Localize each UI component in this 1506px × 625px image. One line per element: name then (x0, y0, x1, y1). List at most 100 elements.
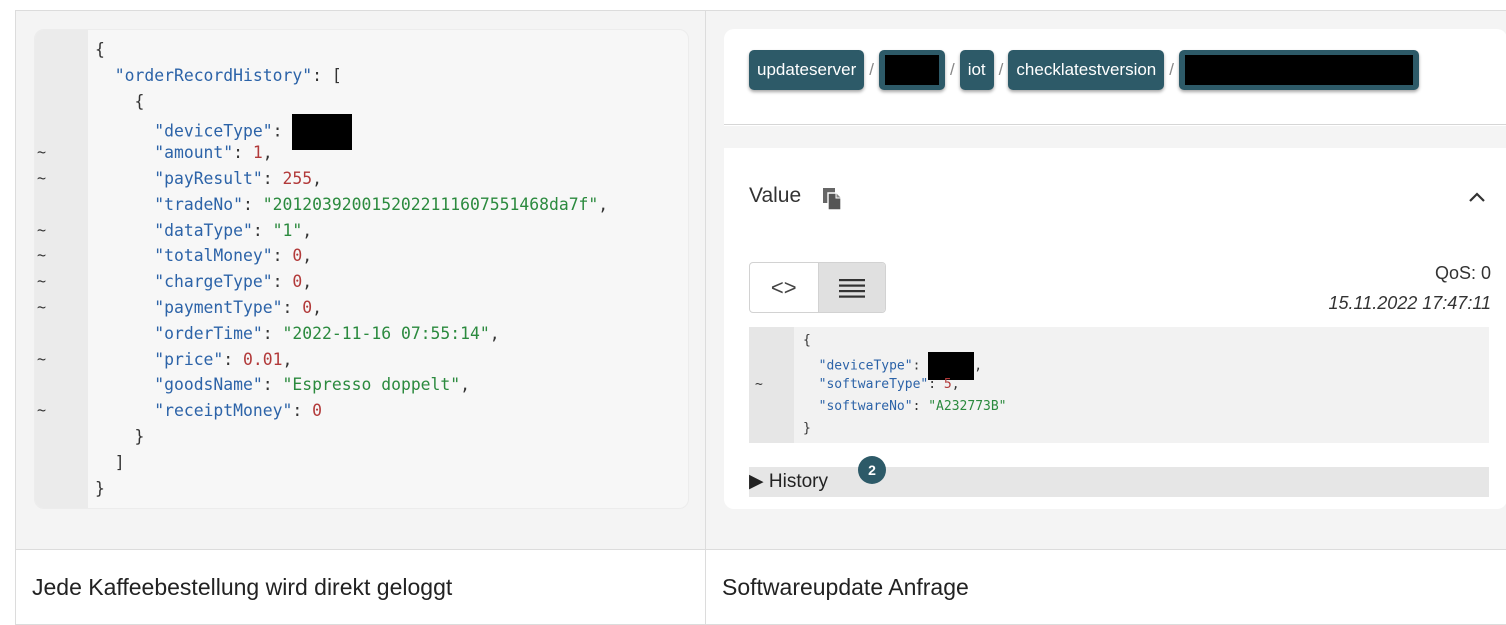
code-line: "orderTime": "2022-11-16 07:55:14", (95, 321, 608, 347)
code-punct: , (460, 375, 471, 395)
json-key: "softwareType" (818, 377, 929, 392)
code-punct: , (262, 143, 273, 163)
json-number: 255 (282, 168, 313, 188)
json-key: "orderRecordHistory" (114, 65, 313, 85)
code-line: { (95, 89, 608, 115)
code-punct: : (272, 121, 293, 141)
qos-label: QoS: 0 (1434, 263, 1491, 283)
code-punct: : (912, 358, 929, 374)
divider-band (724, 126, 1506, 148)
topic-chip[interactable]: updateserver (749, 50, 865, 90)
code-punct: : (252, 220, 273, 240)
caption-update-request: Softwareupdate Anfrage (722, 574, 969, 600)
code-punct: : (262, 168, 283, 188)
fold-marker: ~ (37, 401, 47, 420)
code-line: ~ "chargeType": 0, (37, 269, 608, 295)
view-toggle: <> (749, 262, 886, 313)
code-line: "goodsName": "Espresso doppelt", (95, 372, 608, 398)
code-punct: : (282, 297, 303, 317)
topic-chip[interactable] (878, 50, 945, 90)
topic-separator: / (1169, 60, 1174, 79)
code-punct: ] (95, 452, 125, 472)
fold-marker: ~ (37, 168, 47, 187)
code-line: ~ "receiptMoney": 0 (37, 398, 608, 424)
copy-icon[interactable] (821, 187, 843, 211)
topic-separator: / (998, 60, 1004, 79)
code-view-icon[interactable]: <> (750, 263, 818, 312)
code-line: "deviceType": (95, 114, 608, 151)
chevron-up-icon[interactable] (1465, 186, 1489, 210)
code-line: ~ "dataType": "1", (37, 218, 608, 244)
mqtt-topic-panel: updateserver / / iot / checklatestversion / Va… (724, 29, 1506, 509)
json-key: "paymentType" (154, 297, 283, 317)
code-punct: } (95, 478, 105, 498)
code-punct: : (912, 399, 929, 414)
code-line: } (95, 476, 608, 502)
value-label: Value (749, 184, 802, 207)
code-punct: : (272, 272, 293, 292)
cell-update-request-screenshot: updateserver / / iot / checklatestversion / Va… (706, 11, 1506, 550)
json-key: "amount" (154, 143, 234, 163)
fold-marker: ~ (37, 272, 47, 291)
json-string: "2022-11-16 07:55:14" (282, 323, 490, 343)
redacted-topic (884, 55, 939, 85)
code-punct: : [ (312, 65, 342, 85)
code-punct: } (95, 426, 145, 446)
code-punct: , (302, 220, 313, 240)
code-punct: : (223, 349, 244, 369)
message-timestamp: 15.11.2022 17:47:11 (1328, 293, 1491, 313)
fold-marker: ~ (37, 143, 47, 162)
topic-breadcrumb-bar: updateserver / / iot / checklatestversion / (724, 29, 1506, 125)
code-punct: } (803, 421, 811, 436)
code-punct: : (243, 194, 263, 214)
fold-marker: ~ (37, 246, 47, 265)
json-key: "deviceType" (818, 358, 913, 374)
code-punct: : (272, 246, 293, 266)
code-punct: , (951, 377, 960, 392)
json-key: "dataType" (154, 220, 253, 240)
code-punct: , (598, 194, 609, 214)
json-string: "A232773B" (928, 399, 1007, 414)
topic-separator: / (949, 60, 955, 79)
redacted-topic (1184, 55, 1413, 85)
code-punct: , (312, 297, 323, 317)
json-string: "2012039200152022111607551468da7f" (262, 194, 599, 214)
code-punct: { (95, 91, 145, 111)
code-line: } (803, 418, 1007, 440)
json-key: "totalMoney" (154, 246, 273, 266)
code-punct: : (292, 401, 313, 421)
json-number: 0.01 (243, 349, 283, 369)
code-punct: : (233, 143, 253, 163)
code-punct: , (974, 358, 983, 374)
code-line: "tradeNo": "2012039200152022111607551468… (95, 192, 608, 218)
json-string: "Espresso doppelt" (282, 375, 461, 395)
payload-json: { "deviceType": , ~ "softwareType": 5, "s… (755, 330, 1007, 440)
topic-chip[interactable]: iot (959, 50, 994, 90)
history-count-badge: 2 (858, 456, 886, 484)
json-key: "tradeNo" (154, 194, 244, 214)
code-punct: { (803, 333, 811, 348)
json-number: 0 (302, 297, 313, 317)
code-line: "softwareNo": "A232773B" (803, 396, 1007, 418)
topic-chip[interactable]: checklatestversion (1008, 50, 1165, 90)
json-code: { "orderRecordHistory": [ { "deviceType"… (37, 37, 608, 502)
json-number: 0 (312, 401, 322, 421)
code-line: ~ "totalMoney": 0, (37, 243, 608, 269)
code-punct: , (312, 168, 323, 188)
code-line: "deviceType": , (803, 352, 1007, 380)
json-number: 5 (943, 377, 952, 392)
code-line: } (95, 424, 608, 450)
value-header: Value (749, 184, 1489, 214)
raw-view-icon[interactable] (817, 263, 885, 312)
code-line: ~ "softwareType": 5, (755, 374, 1007, 396)
topic-chip[interactable] (1178, 50, 1419, 90)
